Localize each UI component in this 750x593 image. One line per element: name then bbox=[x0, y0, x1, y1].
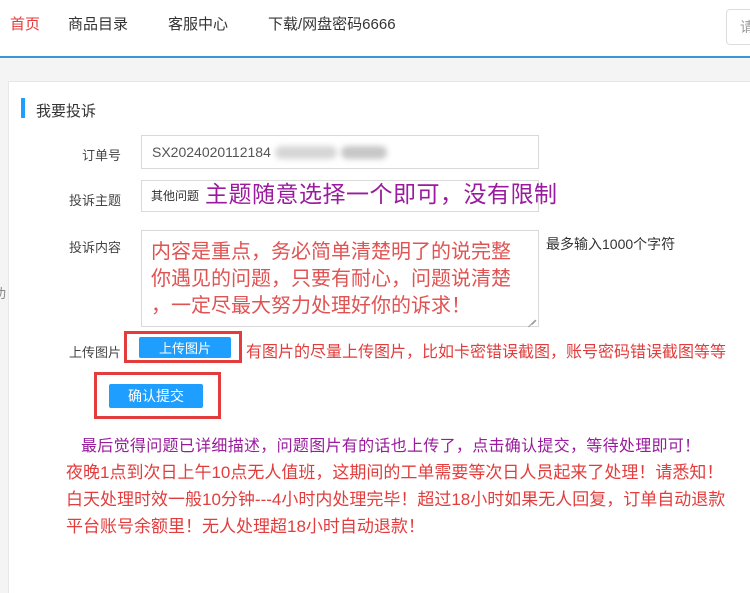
upload-annotation: 有图片的尽量上传图片，比如卡密错误截图，账号密码错误截图等等 bbox=[246, 338, 726, 362]
section-accent-bar bbox=[21, 98, 25, 118]
nav-item-home[interactable]: 首页 bbox=[10, 13, 40, 34]
confirm-submit-button[interactable]: 确认提交 bbox=[109, 384, 203, 408]
search-input[interactable]: 请 bbox=[726, 9, 750, 45]
order-value: SX2024020112184 bbox=[152, 144, 271, 160]
redacted-blur bbox=[341, 146, 387, 159]
char-limit-hint: 最多输入1000个字符 bbox=[546, 234, 675, 254]
nav-item-download[interactable]: 下载/网盘密码6666 bbox=[268, 13, 396, 34]
upload-image-button[interactable]: 上传图片 bbox=[139, 337, 231, 358]
side-widget-fragment[interactable]: 功 bbox=[0, 283, 6, 302]
service-hours-line: 夜晚1点到次日上午10点无人值班，这期间的工单需要等次日人员起来了处理！请悉知！ bbox=[66, 459, 726, 486]
content-textarea[interactable]: 内容是重点，务必简单清楚明了的说完整你遇见的问题，只要有耐心，问题说清楚，一定尽… bbox=[141, 230, 539, 327]
page: 首页 商品目录 客服中心 下载/网盘密码6666 请 功 我要投诉 订单号 SX… bbox=[0, 0, 750, 593]
content-label: 投诉内容 bbox=[9, 237, 121, 256]
order-input[interactable]: SX2024020112184 bbox=[141, 135, 539, 169]
resize-handle-icon[interactable] bbox=[527, 315, 537, 325]
subject-label: 投诉主题 bbox=[9, 190, 121, 209]
order-label: 订单号 bbox=[9, 145, 121, 164]
nav-item-catalog[interactable]: 商品目录 bbox=[68, 13, 128, 34]
upload-label: 上传图片 bbox=[9, 342, 121, 361]
nav-item-service[interactable]: 客服中心 bbox=[168, 13, 228, 34]
complaint-card: 我要投诉 订单号 SX2024020112184 投诉主题 其他问题 主题随意选… bbox=[8, 81, 750, 593]
final-instruction-note: 最后觉得问题已详细描述，问题图片有的话也上传了，点击确认提交，等待处理即可！ bbox=[81, 432, 700, 456]
service-hours-line: 白天处理时效一般10分钟---4小时内处理完毕！超过18小时如果无人回复，订单自… bbox=[66, 486, 726, 513]
top-navbar: 首页 商品目录 客服中心 下载/网盘密码6666 请 bbox=[0, 0, 750, 56]
redacted-blur bbox=[275, 146, 337, 159]
service-hours-line: 平台账号余额里！无人处理超18小时自动退款！ bbox=[66, 513, 726, 540]
subject-annotation: 主题随意选择一个即可，没有限制 bbox=[205, 175, 558, 209]
page-title: 我要投诉 bbox=[36, 100, 96, 121]
service-hours-note: 夜晚1点到次日上午10点无人值班，这期间的工单需要等次日人员起来了处理！请悉知！… bbox=[66, 459, 726, 540]
